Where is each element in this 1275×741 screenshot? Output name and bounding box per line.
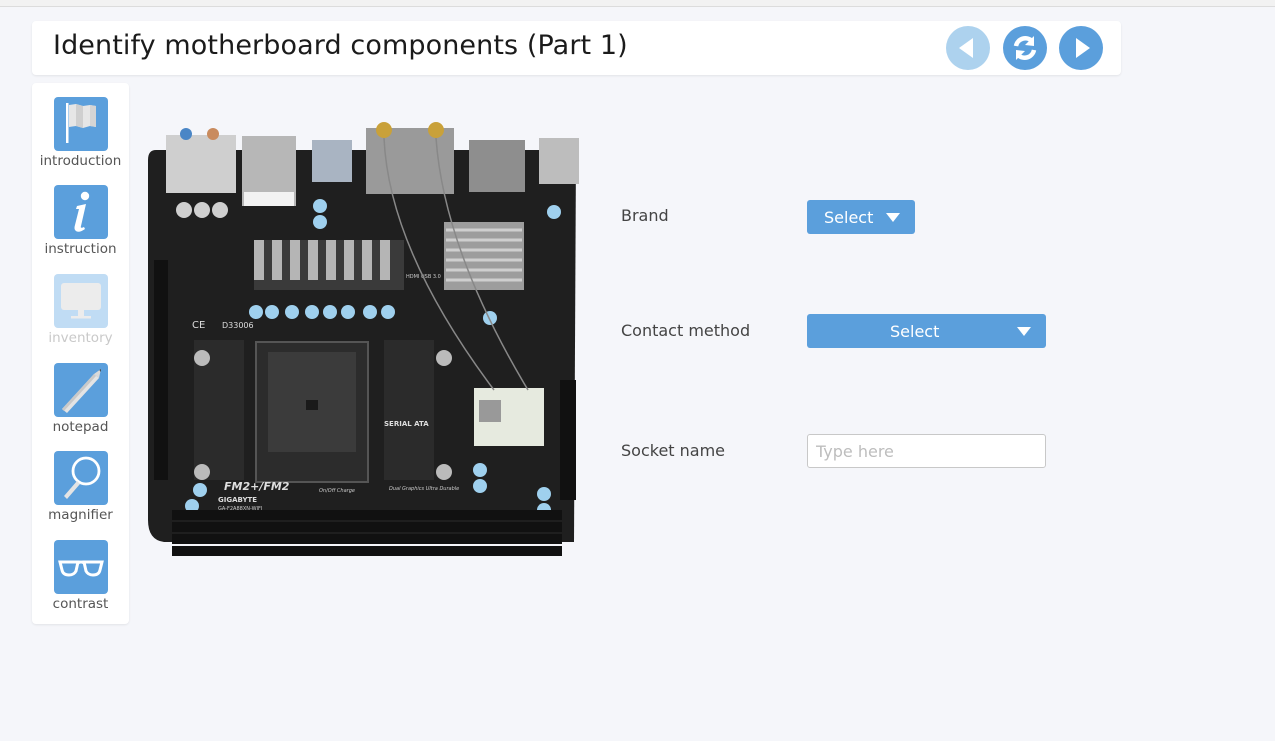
- brand-label: Brand: [621, 206, 669, 225]
- model-label: GA-F2A88XN-WIFI: [218, 506, 262, 512]
- socket-name-label: Socket name: [621, 441, 726, 460]
- sata-label: SERIAL ATA: [384, 420, 429, 428]
- tool-instruction[interactable]: instruction: [32, 185, 129, 257]
- socket-name-input[interactable]: [807, 434, 1046, 468]
- brand-select-value: Select: [824, 208, 874, 227]
- tool-label: inventory: [48, 330, 113, 346]
- onoff-label: On/Off Charge: [319, 488, 355, 494]
- dvi-port: [539, 138, 579, 184]
- brand-label: GIGABYTE: [218, 496, 257, 504]
- contact-method-select[interactable]: Select: [807, 314, 1046, 348]
- pcie-slot: [154, 260, 168, 480]
- back-button[interactable]: [946, 26, 990, 70]
- tool-label: notepad: [52, 419, 109, 435]
- glasses-icon: [57, 560, 104, 577]
- tool-magnifier[interactable]: magnifier: [32, 451, 129, 523]
- vrm-heatsink: [254, 240, 404, 290]
- brand-select[interactable]: Select: [807, 200, 915, 234]
- chevron-down-icon: [886, 213, 900, 222]
- page-title: Identify motherboard components (Part 1): [53, 30, 628, 61]
- reset-button[interactable]: [1003, 26, 1047, 70]
- arrow-left-icon: [959, 38, 973, 58]
- tool-label: instruction: [44, 241, 117, 257]
- arrow-right-icon: [1076, 38, 1090, 58]
- ce-label: CE: [192, 320, 205, 331]
- tool-label: contrast: [52, 596, 109, 612]
- browser-top-border: [0, 0, 1275, 7]
- audio-ports: [166, 135, 236, 193]
- magnifier-icon: [63, 456, 100, 499]
- ce-code-label: D33006: [222, 321, 254, 330]
- tool-label: magnifier: [48, 507, 113, 523]
- info-icon: [74, 191, 89, 232]
- header-bar: Identify motherboard components (Part 1): [32, 21, 1121, 75]
- tool-notepad[interactable]: notepad: [32, 363, 129, 435]
- tool-sidebar: introduction instruction inventory notep…: [32, 83, 129, 624]
- flag-icon: [65, 103, 96, 143]
- usb3-port: [312, 140, 352, 182]
- socket-label: FM2+/FM2: [224, 480, 290, 493]
- dual-graphics-label: Dual Graphics Ultra Durable: [389, 486, 459, 492]
- motherboard-image: CE D33006 FM2+/FM2 GIGABYTE GA-F2A88XN-W…: [148, 122, 579, 556]
- tool-label: introduction: [39, 153, 122, 169]
- tool-inventory[interactable]: inventory: [32, 274, 129, 346]
- tool-introduction[interactable]: introduction: [32, 97, 129, 169]
- wifi-bracket: [366, 128, 454, 194]
- contact-method-select-value: Select: [890, 322, 940, 341]
- atx-connector: [560, 380, 576, 500]
- refresh-icon: [1013, 36, 1037, 60]
- chevron-down-icon: [1017, 327, 1031, 336]
- contact-method-label: Contact method: [621, 321, 751, 340]
- pencil-icon: [61, 369, 101, 413]
- tool-contrast[interactable]: contrast: [32, 540, 129, 612]
- forward-button[interactable]: [1059, 26, 1103, 70]
- monitor-icon: [60, 283, 101, 319]
- retention-right: [384, 340, 434, 480]
- hdmi-port: [469, 140, 525, 192]
